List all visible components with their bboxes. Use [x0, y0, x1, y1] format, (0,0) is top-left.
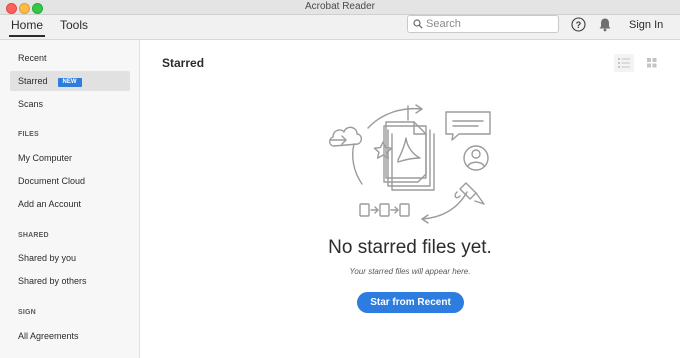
sidebar-item-recent[interactable]: Recent [10, 48, 130, 68]
page-title: Starred [162, 56, 205, 70]
search-input[interactable] [426, 17, 554, 31]
title-bar: Acrobat Reader [0, 0, 680, 15]
tab-tools[interactable]: Tools [60, 18, 88, 32]
list-view-icon [618, 58, 630, 68]
search-box[interactable] [407, 15, 559, 33]
empty-state-illustration [329, 104, 491, 224]
window-title: Acrobat Reader [304, 1, 376, 12]
new-badge: NEW [57, 78, 82, 87]
help-icon[interactable]: ? [571, 17, 586, 32]
search-icon [413, 19, 423, 29]
empty-state-subtitle: Your starred files will appear here. [349, 267, 471, 276]
list-view-button[interactable] [614, 54, 634, 72]
sidebar-item-scans[interactable]: Scans [10, 94, 130, 114]
section-header-shared: SHARED [18, 232, 49, 239]
sidebar-item-shared-by-others[interactable]: Shared by others [10, 271, 130, 291]
sidebar-item-document-cloud[interactable]: Document Cloud [10, 171, 130, 191]
main-panel: Starred No starred files yet. Your starr… [140, 40, 680, 358]
sign-in-button[interactable]: Sign In [629, 19, 663, 31]
sidebar-item-shared-by-you[interactable]: Shared by you [10, 248, 130, 268]
svg-text:?: ? [576, 20, 582, 30]
section-header-sign: SIGN [18, 309, 36, 316]
sidebar-item-add-account[interactable]: Add an Account [10, 194, 130, 214]
sidebar-item-starred[interactable]: Starred NEW [10, 71, 130, 91]
sidebar: Recent Starred NEW Scans FILES My Compute… [0, 40, 140, 358]
grid-view-button[interactable] [642, 54, 662, 72]
empty-state-title: No starred files yet. [328, 237, 492, 258]
star-from-recent-button[interactable]: Star from Recent [357, 292, 464, 313]
sidebar-item-label: Starred [18, 76, 48, 86]
sidebar-item-my-computer[interactable]: My Computer [10, 148, 130, 168]
tab-home[interactable]: Home [8, 18, 46, 37]
top-nav: Home Tools ? Sign In [0, 15, 680, 40]
bell-icon[interactable] [598, 17, 612, 32]
app-window: Acrobat Reader Home Tools ? Sign In Rece… [0, 0, 680, 358]
section-header-files: FILES [18, 131, 39, 138]
grid-view-icon [647, 58, 657, 68]
sidebar-item-all-agreements[interactable]: All Agreements [10, 326, 130, 346]
